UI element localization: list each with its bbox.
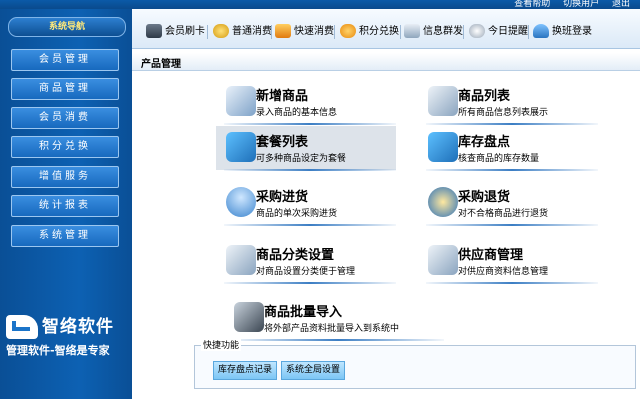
add-product-icon bbox=[226, 86, 256, 116]
supplier-icon bbox=[428, 245, 458, 275]
clock-icon bbox=[469, 24, 485, 38]
help-link[interactable]: 查看帮助 bbox=[514, 0, 550, 9]
shortcuts-panel: 快捷功能 库存盘点记录 系统全局设置 bbox=[194, 338, 636, 389]
toolbar-quick-consumption[interactable]: 快速消费 bbox=[275, 24, 334, 40]
menu-desc: 对不合格商品进行退货 bbox=[458, 209, 549, 219]
bag-icon bbox=[275, 24, 291, 38]
menu-purchase-stock[interactable]: 采购进货 商品的单次采购进货 bbox=[216, 181, 396, 226]
toolbar: 会员刷卡 普通消费 快速消费 积分兑换 信息群发 今日提醒 换班登录 bbox=[132, 9, 640, 49]
menu-title: 新增商品 bbox=[256, 89, 309, 104]
menu-title: 商品列表 bbox=[458, 89, 511, 104]
toolbar-separator bbox=[207, 25, 208, 39]
menu-supplier-management[interactable]: 供应商管理 对供应商资料信息管理 bbox=[418, 239, 598, 284]
logo-icon bbox=[6, 315, 38, 339]
toolbar-regular-consumption[interactable]: 普通消费 bbox=[213, 24, 272, 40]
nav-member-management[interactable]: 会员管理 bbox=[11, 49, 119, 71]
menu-title: 采购进货 bbox=[256, 190, 309, 205]
menu-desc: 录入商品的基本信息 bbox=[256, 108, 338, 118]
menu-desc: 对供应商资料信息管理 bbox=[458, 267, 549, 277]
toolbar-points-exchange[interactable]: 积分兑换 bbox=[340, 24, 399, 40]
menu-title: 商品分类设置 bbox=[256, 248, 335, 263]
shortcuts-title: 快捷功能 bbox=[201, 338, 242, 351]
menu-inventory-check[interactable]: 库存盘点 核查商品的库存数量 bbox=[418, 126, 598, 171]
toolbar-member-card[interactable]: 会员刷卡 bbox=[146, 24, 205, 40]
menu-desc: 所有商品信息列表展示 bbox=[458, 108, 549, 118]
logo-slogan: 管理软件-智络是专家 bbox=[6, 344, 110, 357]
toolbar-today-reminder[interactable]: 今日提醒 bbox=[469, 24, 528, 40]
nav-system-management[interactable]: 系统管理 bbox=[11, 225, 119, 247]
nav-value-added-services[interactable]: 增值服务 bbox=[11, 166, 119, 188]
menu-category-settings[interactable]: 商品分类设置 对商品设置分类便于管理 bbox=[216, 239, 396, 284]
toolbar-separator bbox=[271, 25, 272, 39]
menu-batch-import[interactable]: 商品批量导入 将外部产品资料批量导入到系统中 bbox=[224, 296, 444, 341]
nav-statistics-reports[interactable]: 统计报表 bbox=[11, 195, 119, 217]
logo-name: 智络软件 bbox=[42, 317, 114, 337]
import-icon bbox=[234, 302, 264, 332]
inventory-icon bbox=[428, 132, 458, 162]
global-settings-button[interactable]: 系统全局设置 bbox=[281, 361, 346, 380]
nav-product-management[interactable]: 商品管理 bbox=[11, 78, 119, 100]
package-icon bbox=[226, 132, 256, 162]
menu-product-list[interactable]: 商品列表 所有商品信息列表展示 bbox=[418, 80, 598, 125]
coin-icon bbox=[213, 24, 229, 38]
menu-title: 采购退货 bbox=[458, 190, 511, 205]
section-title: 产品管理 bbox=[141, 59, 181, 70]
menu-desc: 对商品设置分类便于管理 bbox=[256, 267, 356, 277]
menu-desc: 核查商品的库存数量 bbox=[458, 154, 540, 164]
exchange-icon bbox=[340, 24, 356, 38]
toolbar-separator bbox=[400, 25, 401, 39]
section-header: 产品管理 bbox=[132, 53, 640, 71]
message-icon bbox=[404, 24, 420, 38]
return-icon bbox=[428, 187, 458, 217]
menu-desc: 将外部产品资料批量导入到系统中 bbox=[264, 324, 400, 334]
menu-package-list[interactable]: 套餐列表 可多种商品设定为套餐 bbox=[216, 126, 396, 171]
menu-add-product[interactable]: 新增商品 录入商品的基本信息 bbox=[216, 80, 396, 125]
card-icon bbox=[146, 24, 162, 38]
menu-purchase-return[interactable]: 采购退货 对不合格商品进行退货 bbox=[418, 181, 598, 226]
top-links: 查看帮助 切换用户 退出 bbox=[504, 0, 630, 9]
sidebar-header: 系统导航 bbox=[8, 17, 126, 37]
toolbar-separator bbox=[463, 25, 464, 39]
exit-link[interactable]: 退出 bbox=[612, 0, 630, 9]
menu-title: 商品批量导入 bbox=[264, 305, 343, 320]
nav-points-exchange[interactable]: 积分兑换 bbox=[11, 136, 119, 158]
toolbar-separator bbox=[528, 25, 529, 39]
company-logo: 智络软件 管理软件-智络是专家 bbox=[6, 315, 130, 359]
product-list-icon bbox=[428, 86, 458, 116]
main-panel: 会员刷卡 普通消费 快速消费 积分兑换 信息群发 今日提醒 换班登录 产品管理 bbox=[132, 9, 640, 399]
sidebar: 系统导航 会员管理 商品管理 会员消费 积分兑换 增值服务 统计报表 系统管理 … bbox=[0, 9, 132, 399]
toolbar-mass-message[interactable]: 信息群发 bbox=[404, 24, 463, 40]
menu-title: 套餐列表 bbox=[256, 135, 309, 150]
category-icon bbox=[226, 245, 256, 275]
menu-desc: 商品的单次采购进货 bbox=[256, 209, 338, 219]
toolbar-separator bbox=[334, 25, 335, 39]
inventory-records-button[interactable]: 库存盘点记录 bbox=[213, 361, 278, 380]
toolbar-shift-login[interactable]: 换班登录 bbox=[533, 24, 592, 40]
purchase-icon bbox=[226, 187, 256, 217]
menu-desc: 可多种商品设定为套餐 bbox=[256, 154, 347, 164]
menu-title: 供应商管理 bbox=[458, 248, 524, 263]
menu-title: 库存盘点 bbox=[458, 135, 511, 150]
nav-member-consumption[interactable]: 会员消费 bbox=[11, 107, 119, 129]
top-bar: 查看帮助 切换用户 退出 bbox=[0, 0, 640, 9]
switch-user-link[interactable]: 切换用户 bbox=[563, 0, 599, 9]
shift-icon bbox=[533, 24, 549, 38]
